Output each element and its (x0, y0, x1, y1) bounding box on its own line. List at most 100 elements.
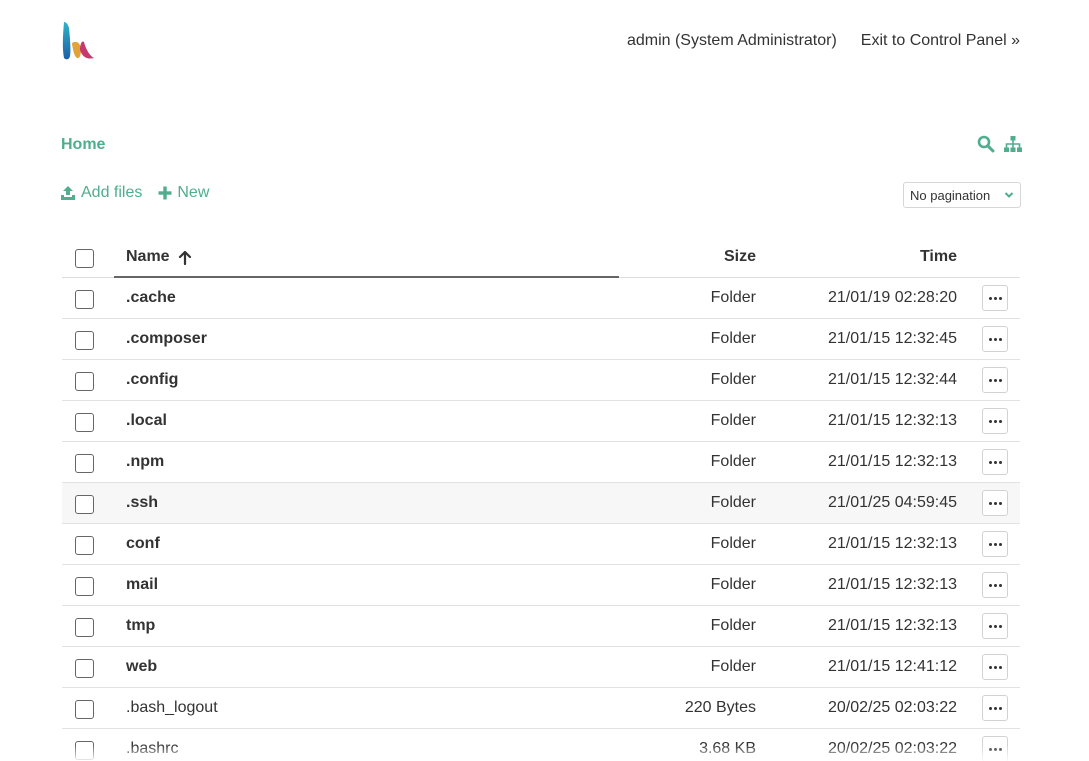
file-time: 21/01/15 12:32:44 (827, 371, 957, 388)
file-size: Folder (710, 617, 756, 634)
more-actions-button[interactable] (982, 285, 1008, 311)
table-row[interactable]: web Folder 21/01/15 12:41:12 (62, 647, 1020, 688)
row-checkbox[interactable] (75, 536, 94, 555)
file-time: 21/01/19 02:28:20 (827, 289, 957, 306)
file-size: Folder (710, 289, 756, 306)
row-checkbox[interactable] (75, 372, 94, 391)
file-time: 21/01/15 12:32:13 (827, 576, 957, 593)
more-icon (988, 419, 1002, 423)
table-row[interactable]: .config Folder 21/01/15 12:32:44 (62, 360, 1020, 401)
more-actions-button[interactable] (982, 736, 1008, 761)
file-time: 21/01/15 12:32:13 (827, 412, 957, 429)
table-row[interactable]: .npm Folder 21/01/15 12:32:13 (62, 442, 1020, 483)
file-name[interactable]: tmp (126, 617, 155, 635)
table-row[interactable]: .bash_logout 220 Bytes 20/02/25 02:03:22 (62, 688, 1020, 729)
more-icon (988, 501, 1002, 505)
file-size: 3.68 KB (699, 740, 756, 757)
add-files-button[interactable]: Add files (60, 184, 142, 202)
breadcrumb-home[interactable]: Home (61, 136, 105, 154)
file-size: Folder (710, 330, 756, 347)
file-name[interactable]: web (126, 658, 157, 676)
file-size: Folder (710, 412, 756, 429)
table-row[interactable]: .composer Folder 21/01/15 12:32:45 (62, 319, 1020, 360)
file-time: 20/02/25 02:03:22 (827, 740, 957, 757)
table-row[interactable]: .local Folder 21/01/15 12:32:13 (62, 401, 1020, 442)
more-icon (988, 665, 1002, 669)
table-header: Name Size Time (62, 236, 1020, 278)
more-actions-button[interactable] (982, 449, 1008, 475)
column-name-label: Name (126, 248, 170, 265)
more-icon (988, 460, 1002, 464)
table-row[interactable]: .cache Folder 21/01/19 02:28:20 (62, 278, 1020, 319)
row-checkbox[interactable] (75, 331, 94, 350)
arrow-up-icon (178, 250, 191, 265)
file-time: 21/01/15 12:32:13 (827, 617, 957, 634)
pagination-value: No pagination (910, 187, 991, 203)
sitemap-icon[interactable] (1003, 135, 1023, 153)
more-actions-button[interactable] (982, 367, 1008, 393)
file-name[interactable]: mail (126, 576, 158, 594)
file-time: 20/02/25 02:03:22 (827, 699, 957, 716)
file-time: 21/01/15 12:32:13 (827, 535, 957, 552)
view-tools (977, 135, 1023, 153)
logo (62, 22, 94, 60)
more-actions-button[interactable] (982, 695, 1008, 721)
row-checkbox[interactable] (75, 618, 94, 637)
row-checkbox[interactable] (75, 454, 94, 473)
file-size: 220 Bytes (684, 699, 756, 716)
file-name[interactable]: .local (126, 412, 167, 430)
column-header-size[interactable]: Size (724, 248, 756, 266)
more-actions-button[interactable] (982, 490, 1008, 516)
row-checkbox[interactable] (75, 413, 94, 432)
row-checkbox[interactable] (75, 577, 94, 596)
file-size: Folder (710, 371, 756, 388)
add-files-label: Add files (81, 184, 143, 201)
row-checkbox[interactable] (75, 495, 94, 514)
file-name[interactable]: conf (126, 535, 160, 553)
table-row[interactable]: conf Folder 21/01/15 12:32:13 (62, 524, 1020, 565)
more-icon (988, 542, 1002, 546)
more-actions-button[interactable] (982, 326, 1008, 352)
more-actions-button[interactable] (982, 531, 1008, 557)
file-name[interactable]: .cache (126, 289, 176, 307)
table-row[interactable]: .bashrc 3.68 KB 20/02/25 02:03:22 (62, 729, 1020, 761)
more-icon (988, 378, 1002, 382)
file-name[interactable]: .config (126, 371, 178, 389)
more-actions-button[interactable] (982, 613, 1008, 639)
table-row[interactable]: tmp Folder 21/01/15 12:32:13 (62, 606, 1020, 647)
more-actions-button[interactable] (982, 654, 1008, 680)
user-link[interactable]: admin (System Administrator) (627, 32, 837, 50)
new-button[interactable]: New (158, 184, 209, 202)
row-checkbox[interactable] (75, 659, 94, 678)
table-row[interactable]: mail Folder 21/01/15 12:32:13 (62, 565, 1020, 606)
column-header-time[interactable]: Time (920, 248, 957, 266)
more-icon (988, 747, 1002, 751)
row-checkbox[interactable] (75, 700, 94, 719)
row-checkbox[interactable] (75, 290, 94, 309)
file-name[interactable]: .composer (126, 330, 207, 348)
select-all-checkbox[interactable] (75, 249, 94, 268)
file-name[interactable]: .npm (126, 453, 164, 471)
more-actions-button[interactable] (982, 572, 1008, 598)
file-name[interactable]: .ssh (126, 494, 158, 512)
file-size: Folder (710, 494, 756, 511)
file-name[interactable]: .bash_logout (126, 699, 218, 717)
more-icon (988, 706, 1002, 710)
table-row[interactable]: .ssh Folder 21/01/25 04:59:45 (62, 483, 1020, 524)
file-size: Folder (710, 453, 756, 470)
file-size: Folder (710, 535, 756, 552)
chevron-down-icon (1004, 192, 1014, 198)
search-icon[interactable] (977, 135, 995, 153)
file-time: 21/01/15 12:32:13 (827, 453, 957, 470)
pagination-select[interactable]: No pagination (903, 182, 1021, 208)
more-icon (988, 337, 1002, 341)
more-icon (988, 583, 1002, 587)
plus-icon (158, 186, 172, 200)
exit-control-panel-link[interactable]: Exit to Control Panel » (861, 32, 1020, 50)
more-icon (988, 296, 1002, 300)
column-header-name[interactable]: Name (126, 248, 192, 266)
file-name[interactable]: .bashrc (126, 740, 178, 758)
more-actions-button[interactable] (982, 408, 1008, 434)
file-time: 21/01/25 04:59:45 (827, 494, 957, 511)
row-checkbox[interactable] (75, 741, 94, 760)
